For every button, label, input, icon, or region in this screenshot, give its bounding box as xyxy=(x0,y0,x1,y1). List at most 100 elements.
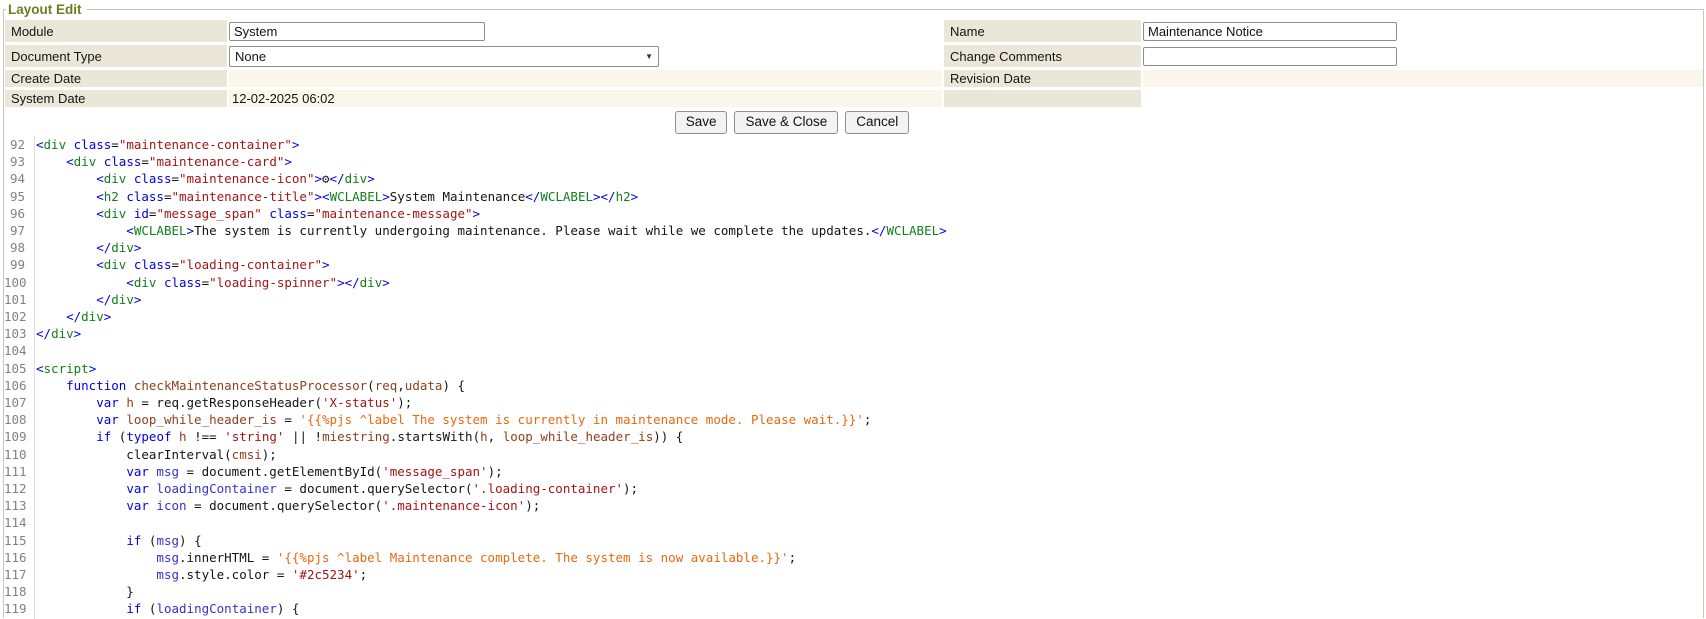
code-text: <div id="message_span" class="maintenanc… xyxy=(30,205,480,222)
line-number: 94 xyxy=(4,170,30,187)
code-text: <div class="maintenance-icon">⚙</div> xyxy=(30,170,375,187)
create-date-value xyxy=(229,70,942,87)
code-line[interactable]: 93 <div class="maintenance-card"> xyxy=(4,153,1703,170)
code-line[interactable]: 96 <div id="message_span" class="mainten… xyxy=(4,205,1703,222)
code-line[interactable]: 104 xyxy=(4,342,1703,359)
form-row-3: Create Date Revision Date xyxy=(5,70,1703,87)
code-text: msg.style.color = '#2c5234'; xyxy=(30,566,367,583)
line-number: 106 xyxy=(4,377,30,394)
line-number: 115 xyxy=(4,532,30,549)
line-number: 114 xyxy=(4,514,30,531)
code-text: msg.innerHTML = '{{%pjs ^label Maintenan… xyxy=(30,549,796,566)
line-number: 102 xyxy=(4,308,30,325)
code-line[interactable]: 106 function checkMaintenanceStatusProce… xyxy=(4,377,1703,394)
document-type-selected-option: None xyxy=(235,49,266,64)
code-line[interactable]: 112 var loadingContainer = document.quer… xyxy=(4,480,1703,497)
cancel-button[interactable]: Cancel xyxy=(845,111,909,134)
module-value-cell xyxy=(229,20,942,42)
form-rows: Module Name Document Type None ▼ Change xyxy=(4,17,1703,134)
line-number: 93 xyxy=(4,153,30,170)
chevron-down-icon: ▼ xyxy=(645,52,654,61)
line-number: 109 xyxy=(4,428,30,445)
code-editor[interactable]: 92<div class="maintenance-container">93 … xyxy=(4,136,1703,619)
code-line[interactable]: 100 <div class="loading-spinner"></div> xyxy=(4,274,1703,291)
code-text: </div> xyxy=(30,291,141,308)
code-line[interactable]: 97 <WCLABEL>The system is currently unde… xyxy=(4,222,1703,239)
line-number: 98 xyxy=(4,239,30,256)
code-line[interactable]: 95 <h2 class="maintenance-title"><WCLABE… xyxy=(4,188,1703,205)
document-type-select[interactable]: None ▼ xyxy=(229,46,659,67)
form-row-1: Module Name xyxy=(5,20,1703,42)
line-number: 92 xyxy=(4,136,30,153)
code-line[interactable]: 109 if (typeof h !== 'string' || !miestr… xyxy=(4,428,1703,445)
code-text xyxy=(30,342,36,359)
code-line[interactable]: 94 <div class="maintenance-icon">⚙</div> xyxy=(4,170,1703,187)
line-number: 103 xyxy=(4,325,30,342)
line-number: 116 xyxy=(4,549,30,566)
change-comments-input[interactable] xyxy=(1143,47,1397,66)
code-line[interactable]: 113 var icon = document.querySelector('.… xyxy=(4,497,1703,514)
empty-value-cell xyxy=(1143,90,1703,107)
change-comments-label: Change Comments xyxy=(944,45,1141,67)
code-line[interactable]: 105<script> xyxy=(4,360,1703,377)
code-line[interactable]: 117 msg.style.color = '#2c5234'; xyxy=(4,566,1703,583)
code-text: </div> xyxy=(30,239,141,256)
system-date-value: 12-02-2025 06:02 xyxy=(229,90,942,107)
line-number: 105 xyxy=(4,360,30,377)
revision-date-label: Revision Date xyxy=(944,70,1141,87)
code-line[interactable]: 115 if (msg) { xyxy=(4,532,1703,549)
document-type-label: Document Type xyxy=(5,45,227,67)
create-date-label: Create Date xyxy=(5,70,227,87)
code-line[interactable]: 92<div class="maintenance-container"> xyxy=(4,136,1703,153)
form-row-4: System Date 12-02-2025 06:02 xyxy=(5,90,1703,107)
code-text: <h2 class="maintenance-title"><WCLABEL>S… xyxy=(30,188,638,205)
line-number: 97 xyxy=(4,222,30,239)
code-line[interactable]: 103</div> xyxy=(4,325,1703,342)
code-line[interactable]: 118 } xyxy=(4,583,1703,600)
line-number: 110 xyxy=(4,446,30,463)
code-text: <div class="maintenance-card"> xyxy=(30,153,292,170)
name-input[interactable] xyxy=(1143,22,1397,41)
line-number: 113 xyxy=(4,497,30,514)
form-row-2: Document Type None ▼ Change Comments xyxy=(5,45,1703,67)
line-number: 112 xyxy=(4,480,30,497)
code-line[interactable]: 110 clearInterval(cmsi); xyxy=(4,446,1703,463)
code-text: <script> xyxy=(30,360,96,377)
line-number: 99 xyxy=(4,256,30,273)
code-line[interactable]: 114 xyxy=(4,514,1703,531)
code-line[interactable]: 108 var loop_while_header_is = '{{%pjs ^… xyxy=(4,411,1703,428)
code-text: <div class="maintenance-container"> xyxy=(30,136,299,153)
code-text xyxy=(30,514,36,531)
code-line[interactable]: 116 msg.innerHTML = '{{%pjs ^label Maint… xyxy=(4,549,1703,566)
system-date-label: System Date xyxy=(5,90,227,107)
module-input[interactable] xyxy=(229,22,485,41)
line-number: 118 xyxy=(4,583,30,600)
code-text: </div> xyxy=(30,308,111,325)
code-text: if (typeof h !== 'string' || !miestring.… xyxy=(30,428,683,445)
line-number: 108 xyxy=(4,411,30,428)
code-line[interactable]: 101 </div> xyxy=(4,291,1703,308)
line-number: 119 xyxy=(4,600,30,617)
line-number: 100 xyxy=(4,274,30,291)
code-line[interactable]: 98 </div> xyxy=(4,239,1703,256)
code-line[interactable]: 119 if (loadingContainer) { xyxy=(4,600,1703,617)
line-number: 95 xyxy=(4,188,30,205)
code-text: } xyxy=(30,583,134,600)
save-button[interactable]: Save xyxy=(675,111,728,134)
code-text: var h = req.getResponseHeader('X-status'… xyxy=(30,394,412,411)
code-line[interactable]: 111 var msg = document.getElementById('m… xyxy=(4,463,1703,480)
page-title: Layout Edit xyxy=(6,2,87,17)
line-number: 96 xyxy=(4,205,30,222)
code-line[interactable]: 99 <div class="loading-container"> xyxy=(4,256,1703,273)
code-line[interactable]: 107 var h = req.getResponseHeader('X-sta… xyxy=(4,394,1703,411)
code-text: if (loadingContainer) { xyxy=(30,600,299,617)
save-and-close-button[interactable]: Save & Close xyxy=(734,111,838,134)
code-text: var loadingContainer = document.querySel… xyxy=(30,480,638,497)
code-text: var loop_while_header_is = '{{%pjs ^labe… xyxy=(30,411,871,428)
code-text: var msg = document.getElementById('messa… xyxy=(30,463,503,480)
empty-label-cell xyxy=(944,90,1141,107)
code-text: var icon = document.querySelector('.main… xyxy=(30,497,540,514)
line-number: 111 xyxy=(4,463,30,480)
code-line[interactable]: 102 </div> xyxy=(4,308,1703,325)
code-text: function checkMaintenanceStatusProcessor… xyxy=(30,377,465,394)
